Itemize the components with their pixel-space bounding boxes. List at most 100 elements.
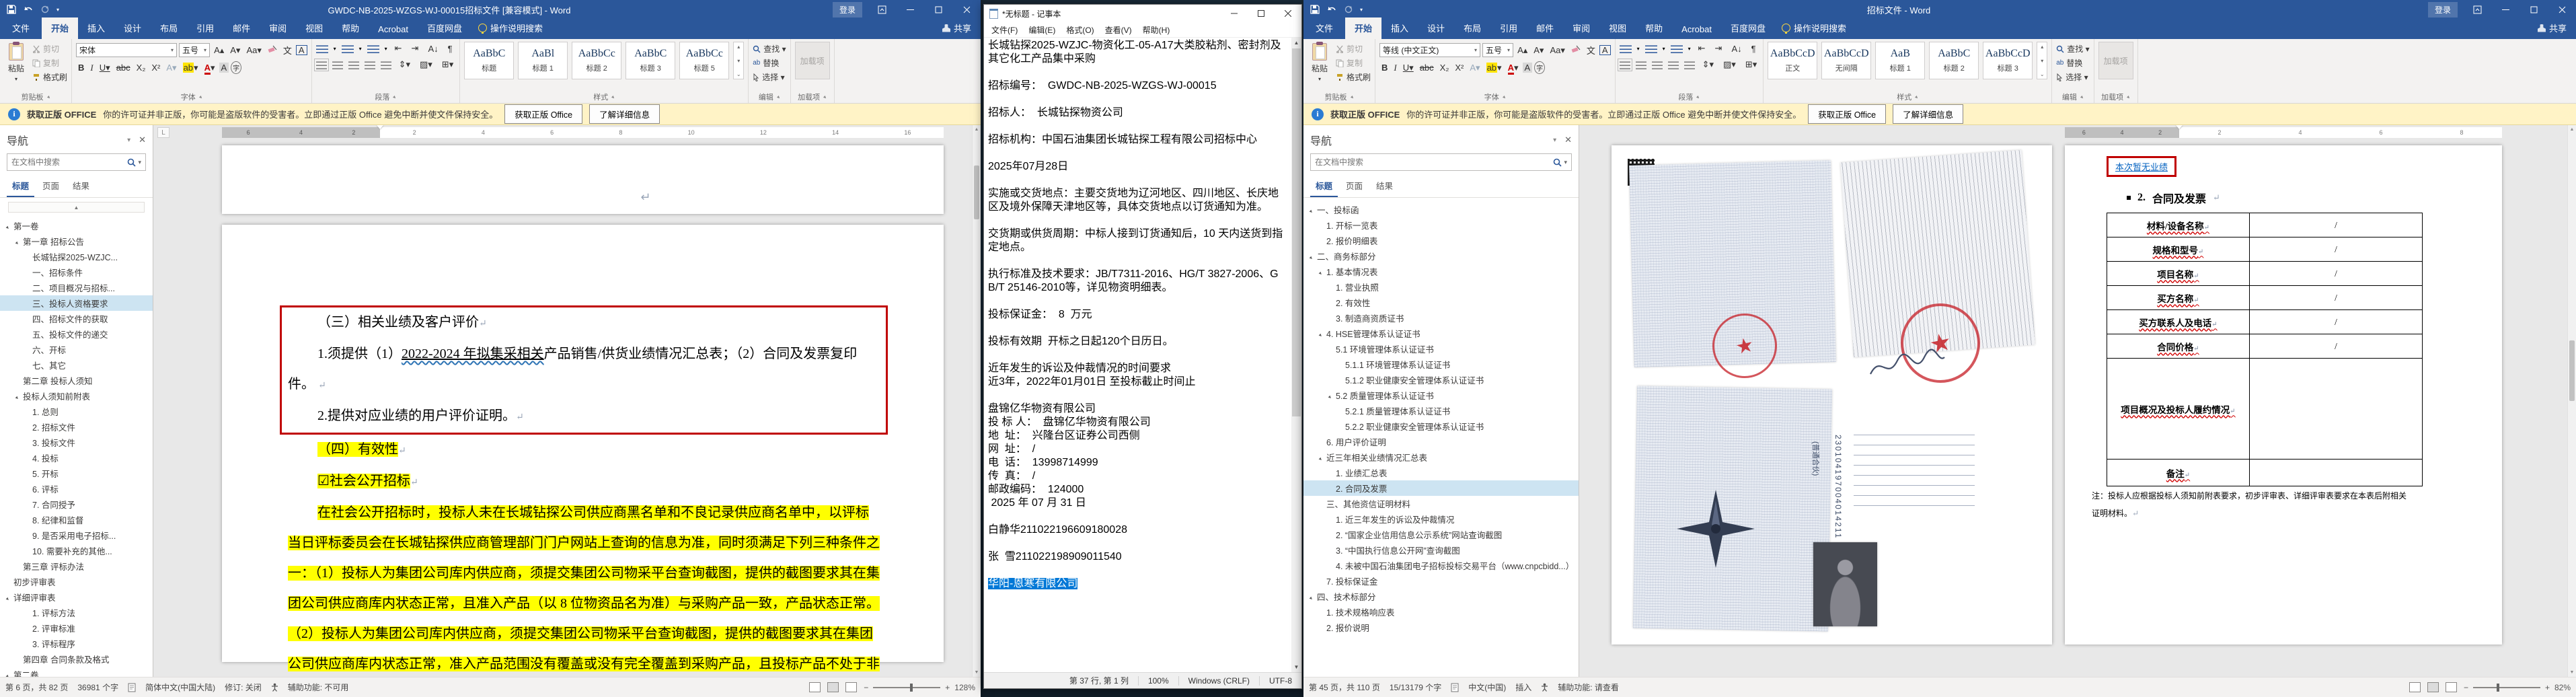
document-page[interactable]: （三）相关业绩及客户评价↵ 1.须提供（1）2022-2024 年拟集采相关产品销…: [222, 225, 944, 677]
notepad-maximize-button[interactable]: [1248, 5, 1275, 22]
minimize-button[interactable]: [896, 0, 924, 19]
undo-icon[interactable]: [23, 5, 34, 14]
text-effects-button[interactable]: A▾: [1468, 63, 1482, 73]
grow-font-button[interactable]: A▴: [1515, 45, 1529, 56]
maximize-button[interactable]: [2520, 0, 2548, 19]
tab-视图[interactable]: 视图: [296, 17, 332, 39]
find-button[interactable]: 查找 ▾: [2056, 43, 2090, 54]
chevron-down-icon[interactable]: ▾: [127, 137, 130, 144]
nav-item[interactable]: 1. 总则: [0, 404, 153, 419]
decrease-indent-button[interactable]: ⇤: [393, 43, 404, 54]
bold-button[interactable]: B: [76, 63, 86, 73]
table-value-cell[interactable]: [2249, 358, 2423, 460]
scroll-down-icon[interactable]: ▼: [1291, 662, 1301, 672]
undo-icon[interactable]: [1326, 5, 1337, 14]
document-area[interactable]: L 6 4 2 2 4 6 8 10 12 14 16 ↵ （三）相关业绩及客户评价↵ 1.须提供（1…: [153, 125, 981, 677]
nav-item[interactable]: ▾ 二、商务标部分: [1303, 248, 1579, 264]
nav-item[interactable]: 7. 合同授予: [0, 497, 153, 512]
notepad-scrollbar[interactable]: ▲ ▼: [1291, 38, 1301, 672]
nav-item[interactable]: 四、招标文件的获取: [0, 311, 153, 326]
style-标题 5[interactable]: AaBbCc 标题 5: [679, 42, 730, 79]
nav-item[interactable]: 六、开标: [0, 342, 153, 357]
redo-icon[interactable]: [40, 5, 50, 14]
dialog-launcher-icon[interactable]: ▸: [1349, 94, 1355, 100]
indent-marker-icon[interactable]: [377, 125, 383, 133]
nav-item[interactable]: 初步评审表: [0, 574, 153, 589]
nav-item[interactable]: 5.1.1 环境管理体系认证证书: [1303, 357, 1579, 372]
sort-button[interactable]: A↓: [426, 44, 440, 54]
copy-button[interactable]: 复制: [32, 57, 67, 69]
search-icon[interactable]: [127, 158, 137, 167]
nav-item[interactable]: ▾ 第二卷: [0, 667, 153, 677]
shading-button[interactable]: A: [1522, 63, 1533, 73]
search-input[interactable]: [11, 157, 128, 167]
cut-button[interactable]: 剪切: [32, 43, 67, 54]
vertical-scrollbar[interactable]: ▲ ▼: [972, 125, 981, 677]
get-genuine-office-button[interactable]: 获取正版 Office: [1808, 104, 1887, 124]
shading-button[interactable]: A: [219, 63, 229, 73]
italic-button[interactable]: I: [1392, 63, 1398, 73]
nav-item[interactable]: ▾ 第一卷: [0, 218, 153, 233]
nav-item[interactable]: 1. 技术规格响应表: [1303, 604, 1579, 620]
nav-item[interactable]: ▾ 5.2 质量管理体系认证证书: [1303, 388, 1579, 403]
bullets-button[interactable]: [315, 44, 328, 53]
close-button[interactable]: [952, 0, 981, 19]
shrink-font-button[interactable]: A▾: [228, 45, 242, 56]
tell-me-search[interactable]: 操作说明搜索: [1775, 17, 1853, 39]
nav-item[interactable]: 二、项目概况与招标...: [0, 280, 153, 295]
style-正文[interactable]: AaBbCcD 正文: [1768, 42, 1818, 79]
line-spacing-button[interactable]: ⇕▾: [1700, 59, 1716, 70]
vertical-scrollbar[interactable]: ▲ ▼: [2567, 125, 2576, 677]
jump-to-top-bar[interactable]: ▲: [8, 202, 145, 213]
tab-开始[interactable]: 开始: [1345, 17, 1382, 39]
insert-mode[interactable]: 插入: [1515, 682, 1531, 693]
share-button[interactable]: 共享: [2528, 17, 2576, 39]
clear-format-icon[interactable]: [1569, 45, 1583, 55]
titlebar[interactable]: ▾ 招标文件 - Word 登录: [1303, 0, 2576, 19]
dialog-launcher-icon[interactable]: ▸: [46, 94, 52, 100]
get-genuine-office-button[interactable]: 获取正版 Office: [504, 104, 583, 124]
table-value-cell[interactable]: /: [2249, 309, 2423, 334]
nav-tab-页面[interactable]: 页面: [37, 176, 65, 197]
nav-item[interactable]: 五、投标文件的递交: [0, 326, 153, 342]
grow-font-button[interactable]: A▴: [212, 45, 226, 56]
distribute-button[interactable]: [1683, 60, 1695, 69]
font-size-select[interactable]: 五号 ▾: [1482, 43, 1514, 57]
style-标题 2[interactable]: AaBbC 标题 2: [1929, 42, 1979, 79]
dialog-launcher-icon[interactable]: ▸: [1696, 94, 1702, 100]
shrink-font-button[interactable]: A▾: [1531, 45, 1546, 56]
nav-item[interactable]: 长城钻探2025-WZJC...: [0, 249, 153, 264]
nav-tab-结果[interactable]: 结果: [67, 176, 95, 197]
underline-button[interactable]: U▾: [98, 63, 112, 73]
maximize-button[interactable]: [924, 0, 952, 19]
nav-item[interactable]: 3. 制造商资质证书: [1303, 310, 1579, 326]
style-标题 3[interactable]: AaBbCcD 标题 3: [1983, 42, 2033, 79]
align-left-button[interactable]: [313, 58, 329, 71]
tab-帮助[interactable]: 帮助: [1636, 17, 1672, 39]
align-right-button[interactable]: [348, 60, 359, 69]
share-button[interactable]: 共享: [933, 17, 981, 39]
more-styles-icon[interactable]: ⌄: [736, 71, 741, 77]
nav-item[interactable]: ▾ 近三年相关业绩情况汇总表: [1303, 449, 1579, 465]
tab-引用[interactable]: 引用: [1490, 17, 1527, 39]
accessibility-status[interactable]: 辅助功能: 请查看: [1558, 682, 1619, 693]
tab-Acrobat[interactable]: Acrobat: [1672, 20, 1721, 39]
clear-format-icon[interactable]: [266, 45, 279, 55]
status-bar[interactable]: 第 45 页，共 110 页 15/13179 个字 中文(中国) 插入 辅助功…: [1303, 677, 2576, 697]
titlebar[interactable]: ▾ GWDC-NB-2025-WZGS-WJ-00015招标文件 [兼容模式] …: [0, 0, 981, 19]
nav-item[interactable]: 3. 评标程序: [0, 636, 153, 651]
format-painter-button[interactable]: 格式刷: [32, 71, 67, 83]
scrollbar-thumb[interactable]: [1292, 48, 1301, 416]
borders-button[interactable]: ⊞▾: [1743, 59, 1759, 70]
dialog-launcher-icon[interactable]: ▸: [198, 94, 204, 100]
style-标题 3[interactable]: AaBbC 标题 3: [626, 42, 676, 79]
print-layout-icon[interactable]: [2427, 682, 2439, 692]
proofing-icon[interactable]: [1451, 683, 1459, 692]
numbering-button[interactable]: [1644, 44, 1657, 53]
nav-item[interactable]: 8. 纪律和监督: [0, 512, 153, 527]
enclose-char-button[interactable]: 字: [1534, 61, 1546, 74]
status-bar[interactable]: 第 6 页，共 82 页 36981 个字 简体中文(中国大陆) 修订: 关闭 …: [0, 677, 981, 697]
font-color-button[interactable]: A▾: [1506, 62, 1521, 75]
search-options-icon[interactable]: ▾: [1564, 159, 1567, 166]
font-name-select[interactable]: 宋体 ▾: [76, 43, 178, 57]
